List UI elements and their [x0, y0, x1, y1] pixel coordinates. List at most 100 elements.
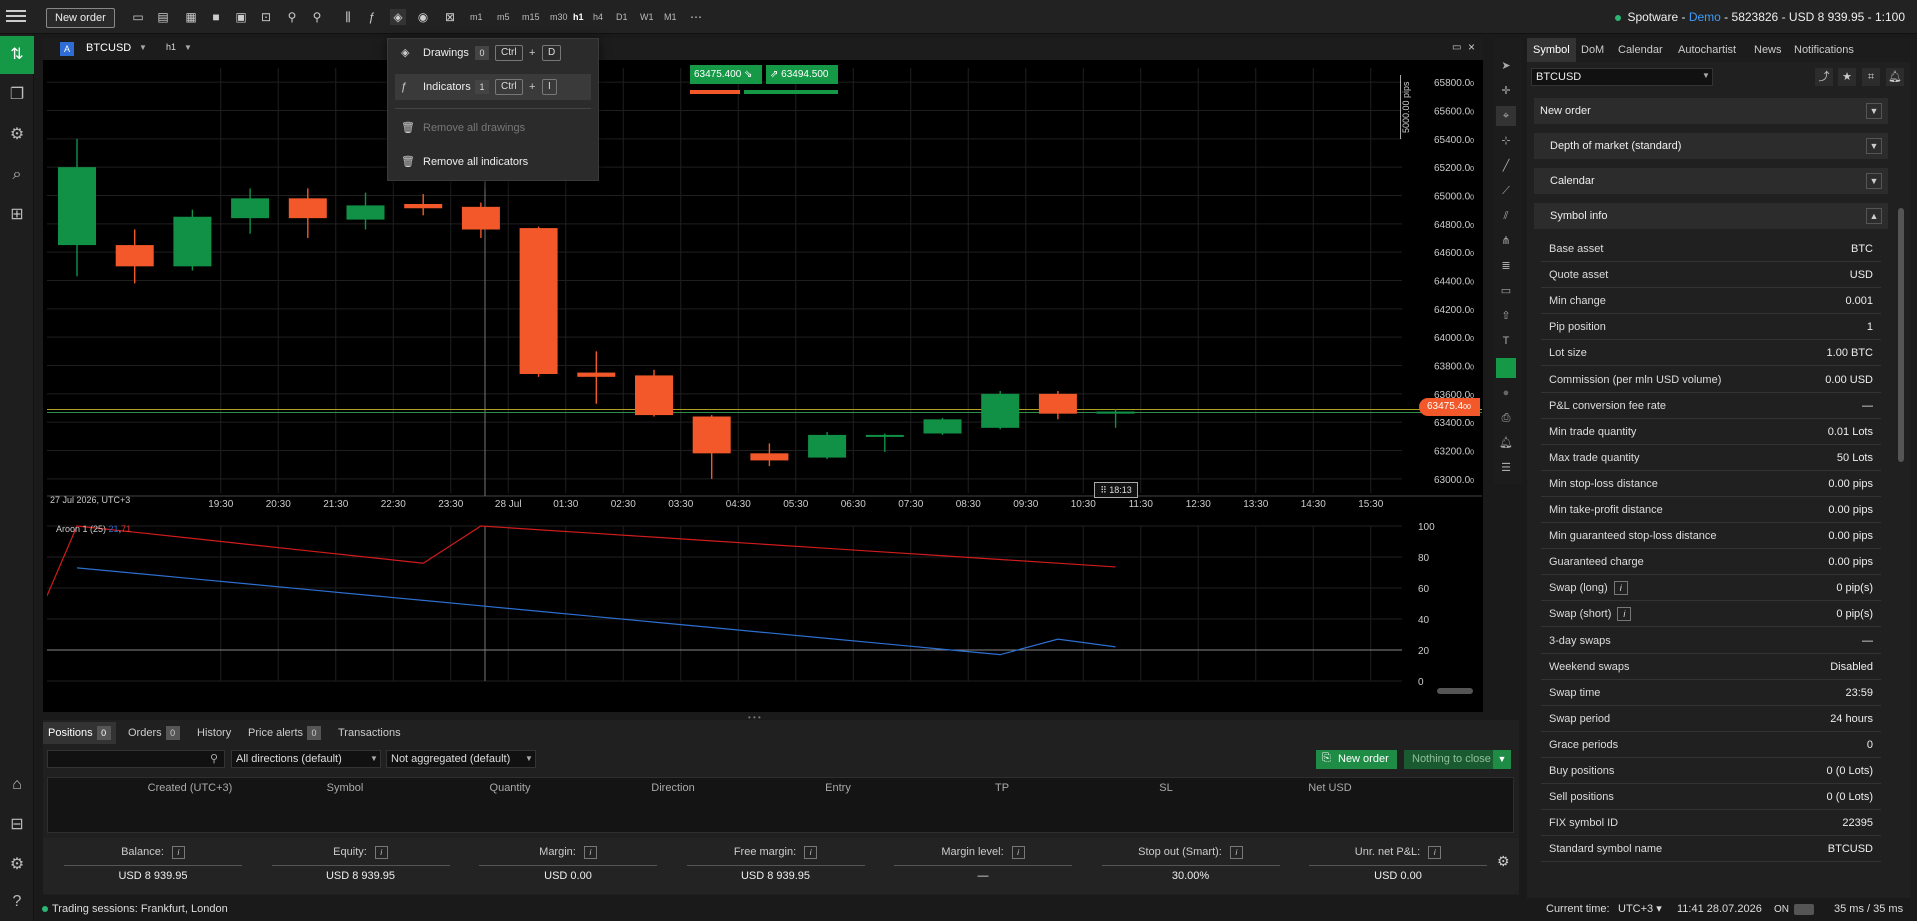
zoom-out-icon[interactable]: ⚲	[284, 9, 300, 25]
layout-tabs-icon[interactable]: ▣	[233, 9, 249, 25]
rectangle-icon[interactable]: ▭	[1496, 281, 1516, 301]
drawings-layers-icon[interactable]: ◈	[390, 9, 406, 25]
hamburger-menu-icon[interactable]	[6, 7, 26, 27]
more-timeframes-icon[interactable]: ⋯	[688, 9, 704, 25]
help-icon[interactable]: ?	[0, 883, 34, 921]
buy-quick-button[interactable]: ⇗ 63494.500	[766, 65, 838, 84]
menu-item-remove-indicators[interactable]: 🗑︎ Remove all indicators	[395, 149, 591, 175]
right-panel-scrollbar[interactable]	[1898, 208, 1904, 462]
algo-icon[interactable]: ⚙	[0, 116, 34, 154]
favorite-star-icon[interactable]: ★	[1838, 68, 1856, 86]
new-order-button[interactable]: New order	[46, 8, 115, 28]
chart-mode-icon[interactable]: ▭	[130, 9, 146, 25]
column-header[interactable]: SL	[1116, 782, 1216, 794]
tab-orders[interactable]: Orders 0	[123, 722, 185, 744]
sell-quick-button[interactable]: 63475.400 ⇘	[690, 65, 762, 84]
text-icon[interactable]: T	[1496, 331, 1516, 351]
chart-timeframe[interactable]: h1	[166, 42, 176, 52]
trading-sessions[interactable]: Trading sessions: Frankfurt, London	[52, 898, 228, 921]
timezone-select[interactable]: UTC+3 ▾	[1618, 898, 1662, 921]
resize-handle[interactable]: • • •	[748, 713, 761, 722]
chart-type-icon[interactable]: ⫼	[340, 9, 356, 25]
price-chart[interactable]: 65800.00 65600.00 65400.00 65200.00 65000.00…	[47, 60, 1482, 508]
arrow-up-icon[interactable]: ⇧	[1496, 306, 1516, 326]
sound-toggle[interactable]	[1794, 904, 1814, 915]
channel-icon[interactable]: ⫽	[1496, 206, 1516, 226]
info-icon[interactable]: i	[583, 845, 597, 859]
visibility-eye-icon[interactable]: ◉	[415, 9, 431, 25]
aroon-indicator-chart[interactable]: 100 80 60 40 20 0	[47, 516, 1482, 696]
color-swatch-icon[interactable]	[1496, 358, 1516, 378]
analyze-icon[interactable]: ⌕	[0, 156, 34, 194]
column-header[interactable]: Quantity	[460, 782, 560, 794]
menu-item-remove-drawings[interactable]: 🗑︎ Remove all drawings	[395, 115, 591, 141]
pitchfork-icon[interactable]: ⋔	[1496, 231, 1516, 251]
trade-icon[interactable]: ⇅	[0, 36, 34, 74]
aggregation-filter-select[interactable]: Not aggregated (default)	[386, 750, 536, 768]
object-manager-icon[interactable]: ☰	[1496, 458, 1516, 478]
tab-news[interactable]: News	[1748, 38, 1788, 62]
camera-icon[interactable]: ⎙	[1496, 408, 1516, 428]
section-calendar[interactable]: Calendar ▼	[1534, 168, 1888, 194]
tab-notifications[interactable]: Notifications	[1788, 38, 1860, 62]
account-info[interactable]: Spotware - Demo - 5823826 - USD 8 939.95…	[1615, 10, 1905, 24]
magnet-icon[interactable]: ⌖	[1496, 106, 1516, 126]
tf-mn1[interactable]: M1	[664, 9, 677, 25]
column-header[interactable]: Created (UTC+3)	[140, 782, 240, 794]
direction-filter-select[interactable]: All directions (default)	[231, 750, 381, 768]
tf-d1[interactable]: D1	[616, 9, 628, 25]
tab-price-alerts[interactable]: Price alerts 0	[243, 722, 326, 744]
bell-icon[interactable]: 🔔︎	[1886, 68, 1904, 86]
tf-w1[interactable]: W1	[640, 9, 654, 25]
apps-icon[interactable]: ⊞	[0, 196, 34, 234]
info-icon[interactable]: i	[374, 845, 388, 859]
trend-line-icon[interactable]: ╱	[1496, 156, 1516, 176]
info-icon[interactable]: i	[1613, 581, 1628, 596]
template-icon[interactable]: ⊡	[258, 9, 274, 25]
store-icon[interactable]: ⊟	[0, 806, 34, 844]
column-header[interactable]: Net USD	[1280, 782, 1380, 794]
ray-icon[interactable]: ⟋	[1496, 181, 1516, 201]
zoom-in-icon[interactable]: ⚲	[309, 9, 325, 25]
tf-m15[interactable]: m15	[522, 9, 540, 25]
column-header[interactable]: TP	[952, 782, 1052, 794]
tab-dom[interactable]: DoM	[1575, 38, 1610, 62]
indicators-icon[interactable]: ƒ	[364, 9, 380, 25]
close-options-chevron-icon[interactable]: ▼	[1493, 750, 1511, 769]
tab-transactions[interactable]: Transactions	[333, 722, 406, 744]
menu-item-drawings[interactable]: ◈ Drawings 0 Ctrl + D	[395, 40, 591, 66]
timeframe-dropdown-chevron-icon[interactable]: ▼	[184, 43, 192, 52]
positions-search-input[interactable]	[47, 750, 225, 768]
layout-single-icon[interactable]: ▤	[155, 9, 171, 25]
tab-symbol[interactable]: Symbol	[1527, 38, 1576, 62]
column-header[interactable]: Direction	[623, 782, 723, 794]
tf-m1[interactable]: m1	[470, 9, 483, 25]
symbol-select[interactable]: BTCUSD	[1531, 68, 1713, 86]
info-icon[interactable]: i	[171, 845, 185, 859]
section-new-order[interactable]: New order ▼	[1534, 98, 1888, 124]
tf-m5[interactable]: m5	[497, 9, 510, 25]
nothing-to-close-button[interactable]: Nothing to close	[1404, 750, 1499, 769]
alert-bell-icon[interactable]: 🔔︎	[1496, 433, 1516, 453]
info-icon[interactable]: i	[1229, 845, 1243, 859]
tab-positions[interactable]: Positions 0	[43, 722, 116, 744]
layout-grid-icon[interactable]: ▦	[183, 9, 199, 25]
measure-icon[interactable]: ⊹	[1496, 131, 1516, 151]
info-icon[interactable]: i	[1617, 607, 1632, 622]
info-icon[interactable]: i	[1011, 845, 1025, 859]
info-icon[interactable]: i	[1428, 845, 1442, 859]
chart-symbol-name[interactable]: BTCUSD	[86, 42, 131, 54]
copy-icon[interactable]: ❐	[0, 76, 34, 114]
tf-m30[interactable]: m30	[550, 9, 568, 25]
symbol-select-chevron-icon[interactable]: ▼	[1702, 71, 1710, 80]
menu-item-indicators[interactable]: ƒ Indicators 1 Ctrl + I	[395, 74, 591, 100]
close-chart-icon[interactable]: ×	[1468, 40, 1475, 54]
maximize-chart-icon[interactable]: ▭	[1452, 42, 1461, 53]
fibonacci-icon[interactable]: ≣	[1496, 256, 1516, 276]
layout-free-icon[interactable]: ■	[208, 9, 224, 25]
share-icon[interactable]: ⤴	[1815, 68, 1833, 86]
tf-h1[interactable]: h1	[573, 9, 584, 25]
section-depth-of-market[interactable]: Depth of market (standard) ▼	[1534, 133, 1888, 159]
column-header[interactable]: Entry	[788, 782, 888, 794]
circle-icon[interactable]: ●	[1496, 383, 1516, 403]
